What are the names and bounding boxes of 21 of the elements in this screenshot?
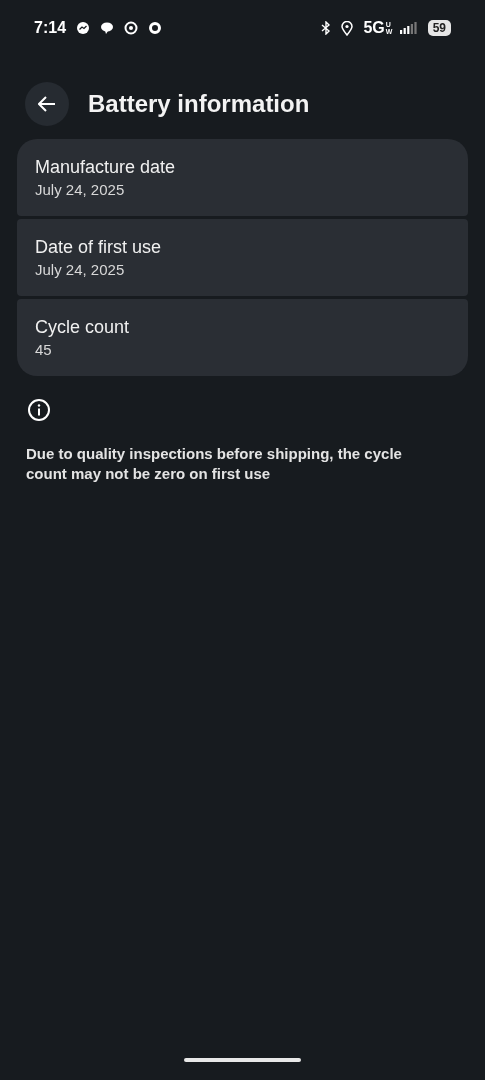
item-title: Date of first use [35,237,163,258]
back-arrow-icon [38,96,56,112]
location-pin-icon [341,20,354,36]
message-icon [100,21,115,35]
page-title: Battery information [88,90,310,118]
back-button[interactable] [25,82,69,126]
item-value: July 24, 2025 [35,261,126,278]
item-title: Manufacture date [35,157,177,178]
chat-bubble-icon [76,21,91,35]
status-time: 7:14 [34,19,67,37]
item-value: 45 [35,341,53,358]
battery-level: 59 [427,20,451,36]
info-icon [27,398,51,422]
item-title: Cycle count [35,317,131,338]
signal-icon [399,22,418,34]
circle-icon [148,21,163,35]
bluetooth-icon [321,21,332,35]
network-type: 5G [363,19,385,37]
info-note: Due to quality inspections before shipping, the cycle count may not be zero on first use [26,444,403,484]
browser-icon [124,21,139,35]
item-value: July 24, 2025 [35,181,126,198]
